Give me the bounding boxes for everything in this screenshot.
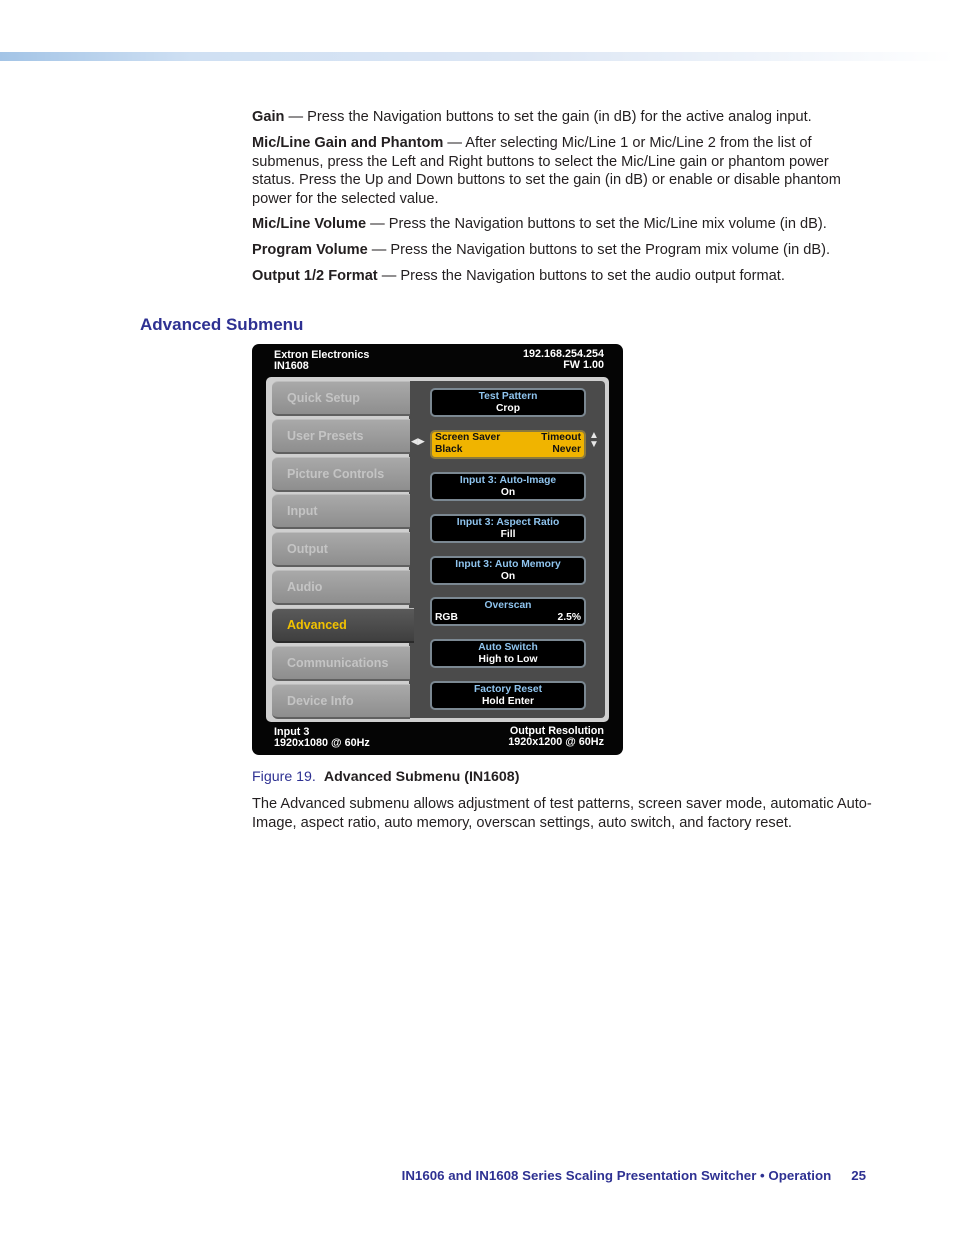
option-auto-memory[interactable]: Input 3: Auto Memory On (430, 556, 586, 585)
option-value: On (500, 571, 516, 582)
definition: — Press the Navigation buttons to set th… (366, 216, 827, 232)
figure-title: Advanced Submenu (IN1608) (323, 769, 520, 785)
footer-title: IN1606 and IN1608 Series Scaling Present… (401, 1168, 832, 1183)
option-value-right: 2.5% (557, 612, 581, 623)
option-value: Hold Enter (481, 696, 535, 707)
paragraph-output-format: Output 1/2 Format — Press the Navigation… (252, 267, 872, 286)
option-title: Test Pattern (478, 391, 538, 402)
menu-item-advanced[interactable]: Advanced (272, 608, 414, 643)
option-test-pattern[interactable]: Test Pattern Crop (430, 388, 586, 417)
option-aspect-ratio[interactable]: Input 3: Aspect Ratio Fill (430, 514, 586, 543)
option-title: Input 3: Auto-Image (459, 475, 557, 486)
option-title: Input 3: Auto Memory (455, 559, 561, 570)
paragraph-program-volume: Program Volume — Press the Navigation bu… (252, 241, 872, 260)
paragraph-gain: Gain — Press the Navigation buttons to s… (252, 108, 872, 127)
menu-item-output[interactable]: Output (272, 532, 410, 567)
definition: — Press the Navigation buttons to set th… (284, 109, 812, 125)
menu-item-audio[interactable]: Audio (272, 570, 410, 605)
page-footer: IN1606 and IN1608 Series Scaling Present… (360, 1168, 866, 1183)
osd-output-resolution: 1920x1200 @ 60Hz (508, 736, 604, 748)
option-auto-switch[interactable]: Auto Switch High to Low (430, 639, 586, 668)
menu-item-user-presets[interactable]: User Presets (272, 419, 410, 454)
option-value: On (500, 487, 516, 498)
section-heading: Advanced Submenu (140, 315, 304, 334)
term: Mic/Line Volume (252, 216, 367, 232)
menu-item-picture-controls[interactable]: Picture Controls (272, 457, 410, 492)
menu-item-input[interactable]: Input (272, 494, 410, 529)
option-value: Crop (495, 403, 521, 414)
option-value-right: Never (552, 444, 581, 455)
term: Output 1/2 Format (252, 268, 378, 284)
osd-model: IN1608 (274, 360, 309, 372)
menu-item-device-info[interactable]: Device Info (272, 684, 410, 719)
option-screen-saver[interactable]: Screen Saver Timeout Black Never (430, 430, 586, 459)
option-factory-reset[interactable]: Factory Reset Hold Enter (430, 681, 586, 710)
figure-number: Figure 19. (252, 769, 316, 785)
option-value: Fill (500, 529, 516, 540)
definition: — Press the Navigation buttons to set th… (367, 242, 831, 258)
up-down-arrows-icon: ▲ ▼ (589, 430, 599, 450)
page-number: 25 (851, 1168, 866, 1183)
osd-options-panel: Test Pattern Crop ◀▶ Screen Saver Timeout… (409, 381, 605, 718)
option-title: Auto Switch (478, 642, 538, 653)
figure-caption: Figure 19. Advanced Submenu (IN1608) (252, 769, 519, 785)
option-value: Black (435, 444, 463, 455)
menu-item-quick-setup[interactable]: Quick Setup (272, 381, 410, 416)
option-title: Factory Reset (473, 684, 543, 695)
term: Gain (252, 109, 285, 125)
osd-input-resolution: 1920x1080 @ 60Hz (274, 737, 370, 749)
osd-screenshot: Extron Electronics IN1608 192.168.254.25… (252, 344, 623, 755)
description-paragraph: The Advanced submenu allows adjustment o… (252, 796, 872, 831)
header-gradient-bar (0, 52, 954, 61)
option-auto-image[interactable]: Input 3: Auto-Image On (430, 472, 586, 501)
term: Program Volume (252, 242, 368, 258)
option-overscan[interactable]: Overscan RGB 2.5% (430, 597, 586, 626)
option-value: High to Low (478, 654, 538, 665)
menu-item-communications[interactable]: Communications (272, 646, 410, 681)
option-title: Screen Saver (435, 432, 501, 443)
left-right-arrows-icon: ◀▶ (411, 436, 425, 446)
paragraph-mic-line-gain: Mic/Line Gain and Phantom — After select… (252, 134, 872, 208)
osd-menu-frame: Test Pattern Crop ◀▶ Screen Saver Timeout… (266, 377, 609, 722)
osd-menu-list: Quick Setup User Presets Picture Control… (272, 381, 414, 719)
definition: — Press the Navigation buttons to set th… (377, 268, 785, 284)
option-title-right: Timeout (541, 432, 581, 443)
option-title: Input 3: Aspect Ratio (456, 517, 560, 528)
option-title: Overscan (484, 600, 532, 611)
osd-firmware: FW 1.00 (563, 359, 604, 371)
option-value: RGB (435, 612, 458, 623)
term: Mic/Line Gain and Phantom (252, 135, 444, 151)
paragraph-mic-line-volume: Mic/Line Volume — Press the Navigation b… (252, 215, 872, 234)
